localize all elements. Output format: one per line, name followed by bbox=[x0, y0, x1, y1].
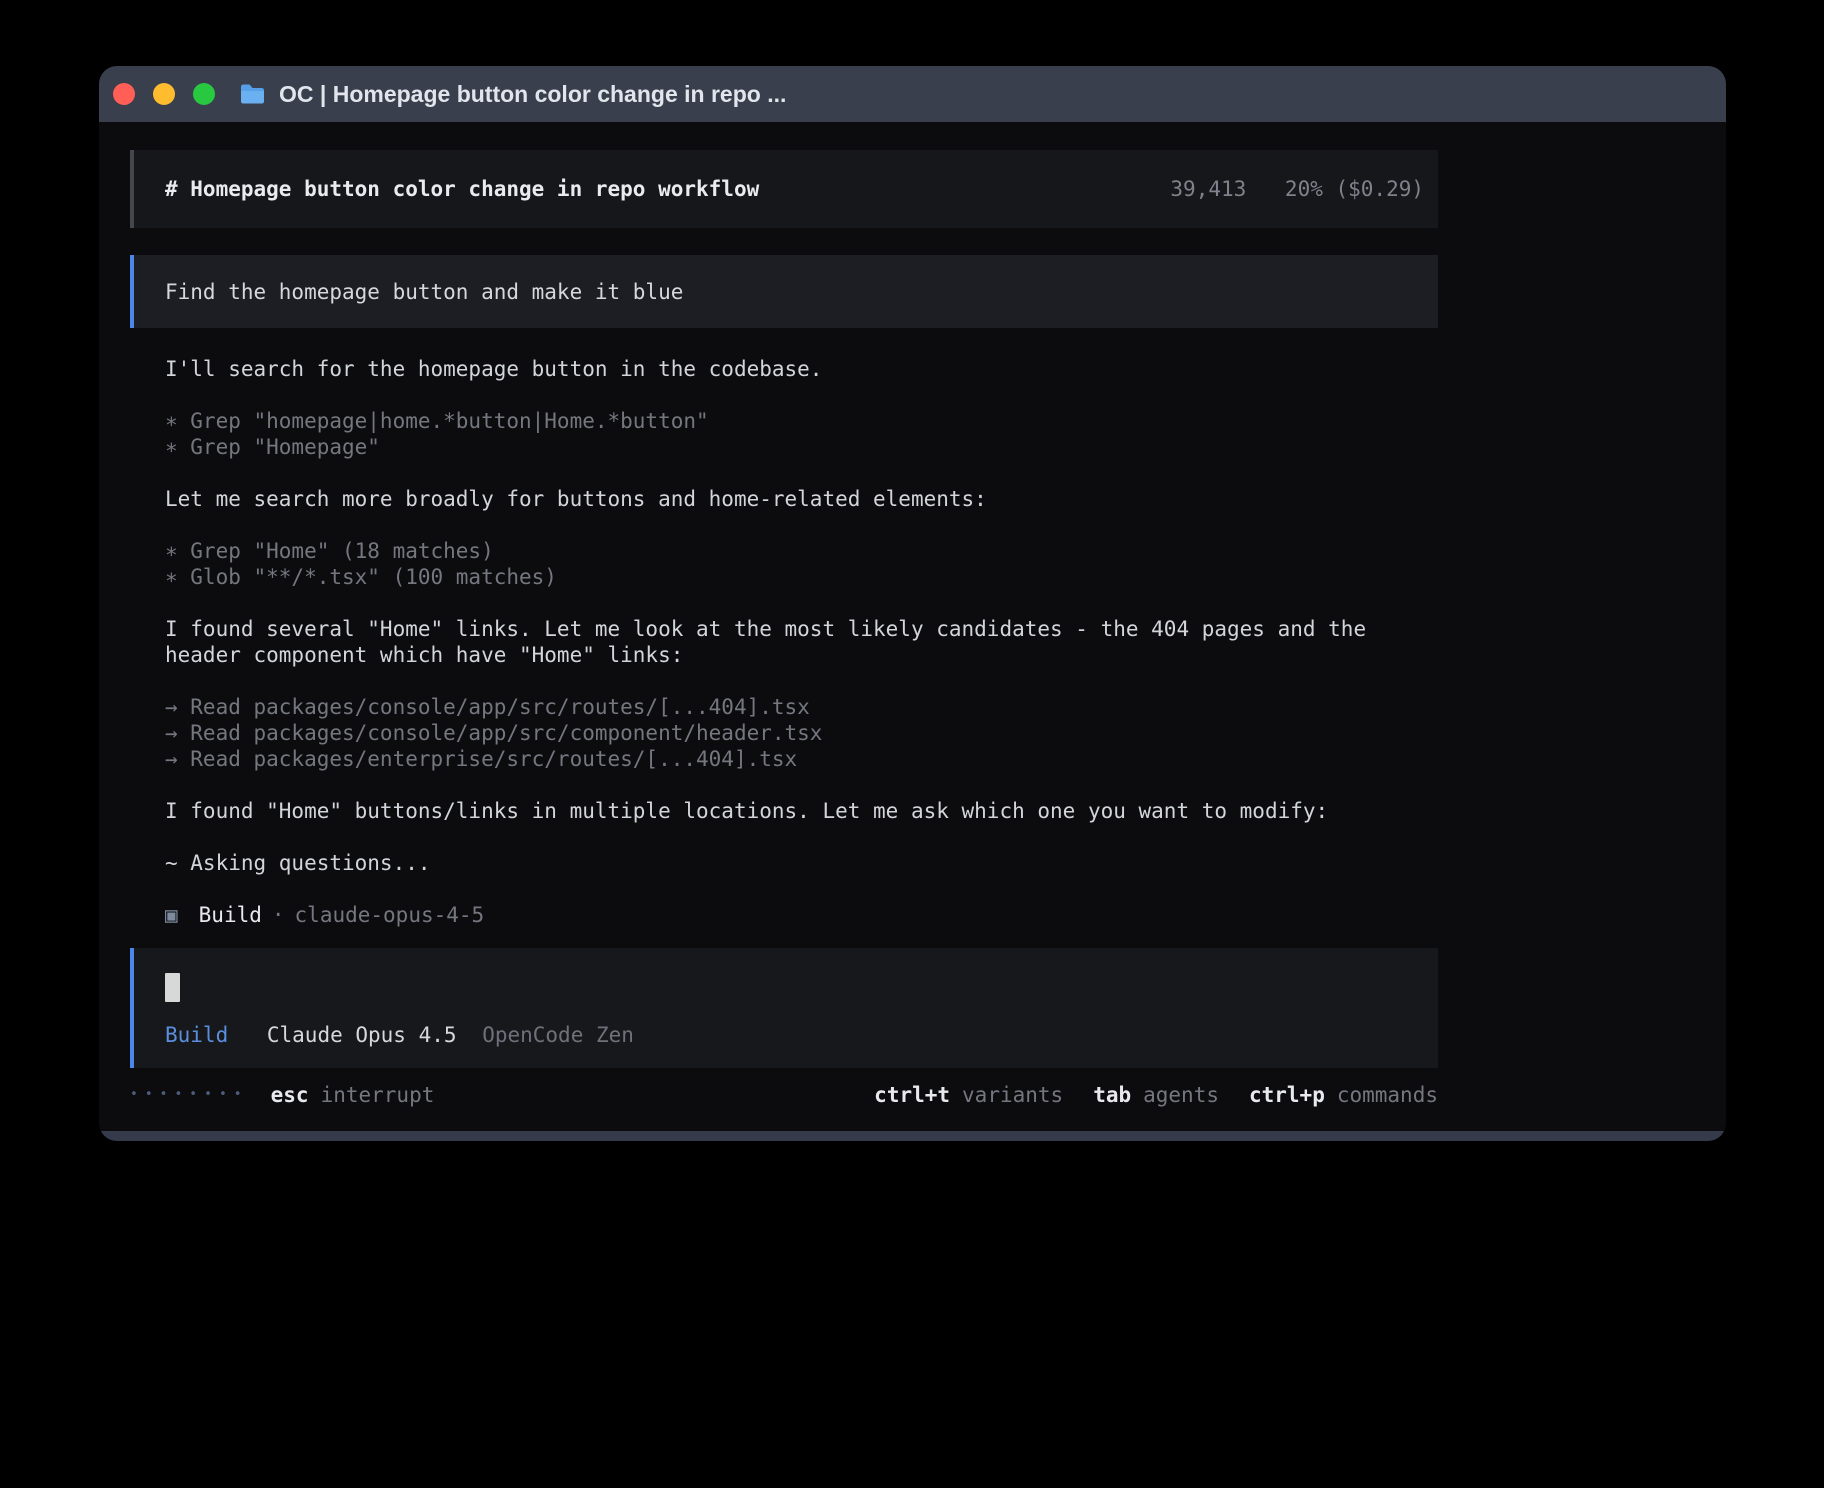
spinner-dots: •••••••• bbox=[130, 1082, 249, 1108]
tool-call-glob: ∗ Glob "**/*.tsx" (100 matches) bbox=[165, 564, 1424, 590]
assistant-paragraph: I'll search for the homepage button in t… bbox=[165, 356, 1424, 382]
session-title: # Homepage button color change in repo w… bbox=[165, 176, 759, 202]
text-cursor bbox=[165, 973, 180, 1002]
folder-icon bbox=[239, 83, 266, 105]
traffic-lights bbox=[113, 83, 215, 105]
input-status-line: Build Claude Opus 4.5 OpenCode Zen bbox=[165, 1022, 1424, 1048]
session-stats: 39,413 20% ($0.29) bbox=[1170, 176, 1424, 202]
shortcut-key: ctrl+p bbox=[1249, 1082, 1325, 1108]
tool-call-grep: ∗ Grep "homepage|home.*button|Home.*butt… bbox=[165, 408, 1424, 434]
token-count: 39,413 bbox=[1170, 177, 1246, 201]
esc-key-hint: esc bbox=[271, 1082, 309, 1108]
agent-name: Build bbox=[199, 902, 262, 928]
minimize-button[interactable] bbox=[153, 83, 175, 105]
window-bottom-edge bbox=[99, 1131, 1726, 1141]
user-message: Find the homepage button and make it blu… bbox=[130, 255, 1438, 328]
separator-dot: · bbox=[272, 902, 285, 928]
provider-name: OpenCode Zen bbox=[482, 1023, 634, 1047]
agent-icon: ▣ bbox=[165, 902, 178, 928]
titlebar[interactable]: OC | Homepage button color change in rep… bbox=[99, 66, 1726, 122]
shortcut-label: agents bbox=[1143, 1082, 1219, 1108]
agent-status-line: ▣ Build · claude-opus-4-5 bbox=[165, 902, 1424, 928]
context-percent-cost: 20% ($0.29) bbox=[1285, 177, 1424, 201]
terminal-window: OC | Homepage button color change in rep… bbox=[99, 66, 1726, 1141]
shortcut-label: commands bbox=[1337, 1082, 1438, 1108]
status-bar: •••••••• esc interrupt ctrl+t variants t… bbox=[130, 1082, 1438, 1108]
tool-call-read: → Read packages/console/app/src/componen… bbox=[165, 720, 1424, 746]
user-message-text: Find the homepage button and make it blu… bbox=[165, 279, 683, 305]
shortcut-label: variants bbox=[962, 1082, 1063, 1108]
model-name[interactable]: Claude Opus 4.5 bbox=[267, 1023, 457, 1047]
assistant-paragraph: I found several "Home" links. Let me loo… bbox=[165, 616, 1424, 668]
assistant-paragraph: Let me search more broadly for buttons a… bbox=[165, 486, 1424, 512]
status-asking-questions: ~ Asking questions... bbox=[165, 850, 1424, 876]
zoom-button[interactable] bbox=[193, 83, 215, 105]
shortcut-commands: ctrl+p commands bbox=[1249, 1082, 1438, 1108]
terminal-content: # Homepage button color change in repo w… bbox=[99, 122, 1726, 1141]
shortcut-variants: ctrl+t variants bbox=[874, 1082, 1063, 1108]
shortcut-key: tab bbox=[1093, 1082, 1131, 1108]
prompt-input[interactable]: Build Claude Opus 4.5 OpenCode Zen bbox=[130, 948, 1438, 1068]
close-button[interactable] bbox=[113, 83, 135, 105]
tool-call-read: → Read packages/console/app/src/routes/[… bbox=[165, 694, 1424, 720]
agent-mode-badge[interactable]: Build bbox=[165, 1023, 228, 1047]
session-header: # Homepage button color change in repo w… bbox=[130, 150, 1438, 228]
tool-call-grep: ∗ Grep "Home" (18 matches) bbox=[165, 538, 1424, 564]
assistant-paragraph: I found "Home" buttons/links in multiple… bbox=[165, 798, 1424, 824]
agent-model: claude-opus-4-5 bbox=[295, 902, 485, 928]
esc-key-label: interrupt bbox=[321, 1082, 435, 1108]
shortcut-agents: tab agents bbox=[1093, 1082, 1219, 1108]
tool-call-grep: ∗ Grep "Homepage" bbox=[165, 434, 1424, 460]
shortcut-key: ctrl+t bbox=[874, 1082, 950, 1108]
tool-call-read: → Read packages/enterprise/src/routes/[.… bbox=[165, 746, 1424, 772]
window-title: OC | Homepage button color change in rep… bbox=[279, 81, 786, 108]
transcript: I'll search for the homepage button in t… bbox=[165, 356, 1424, 928]
